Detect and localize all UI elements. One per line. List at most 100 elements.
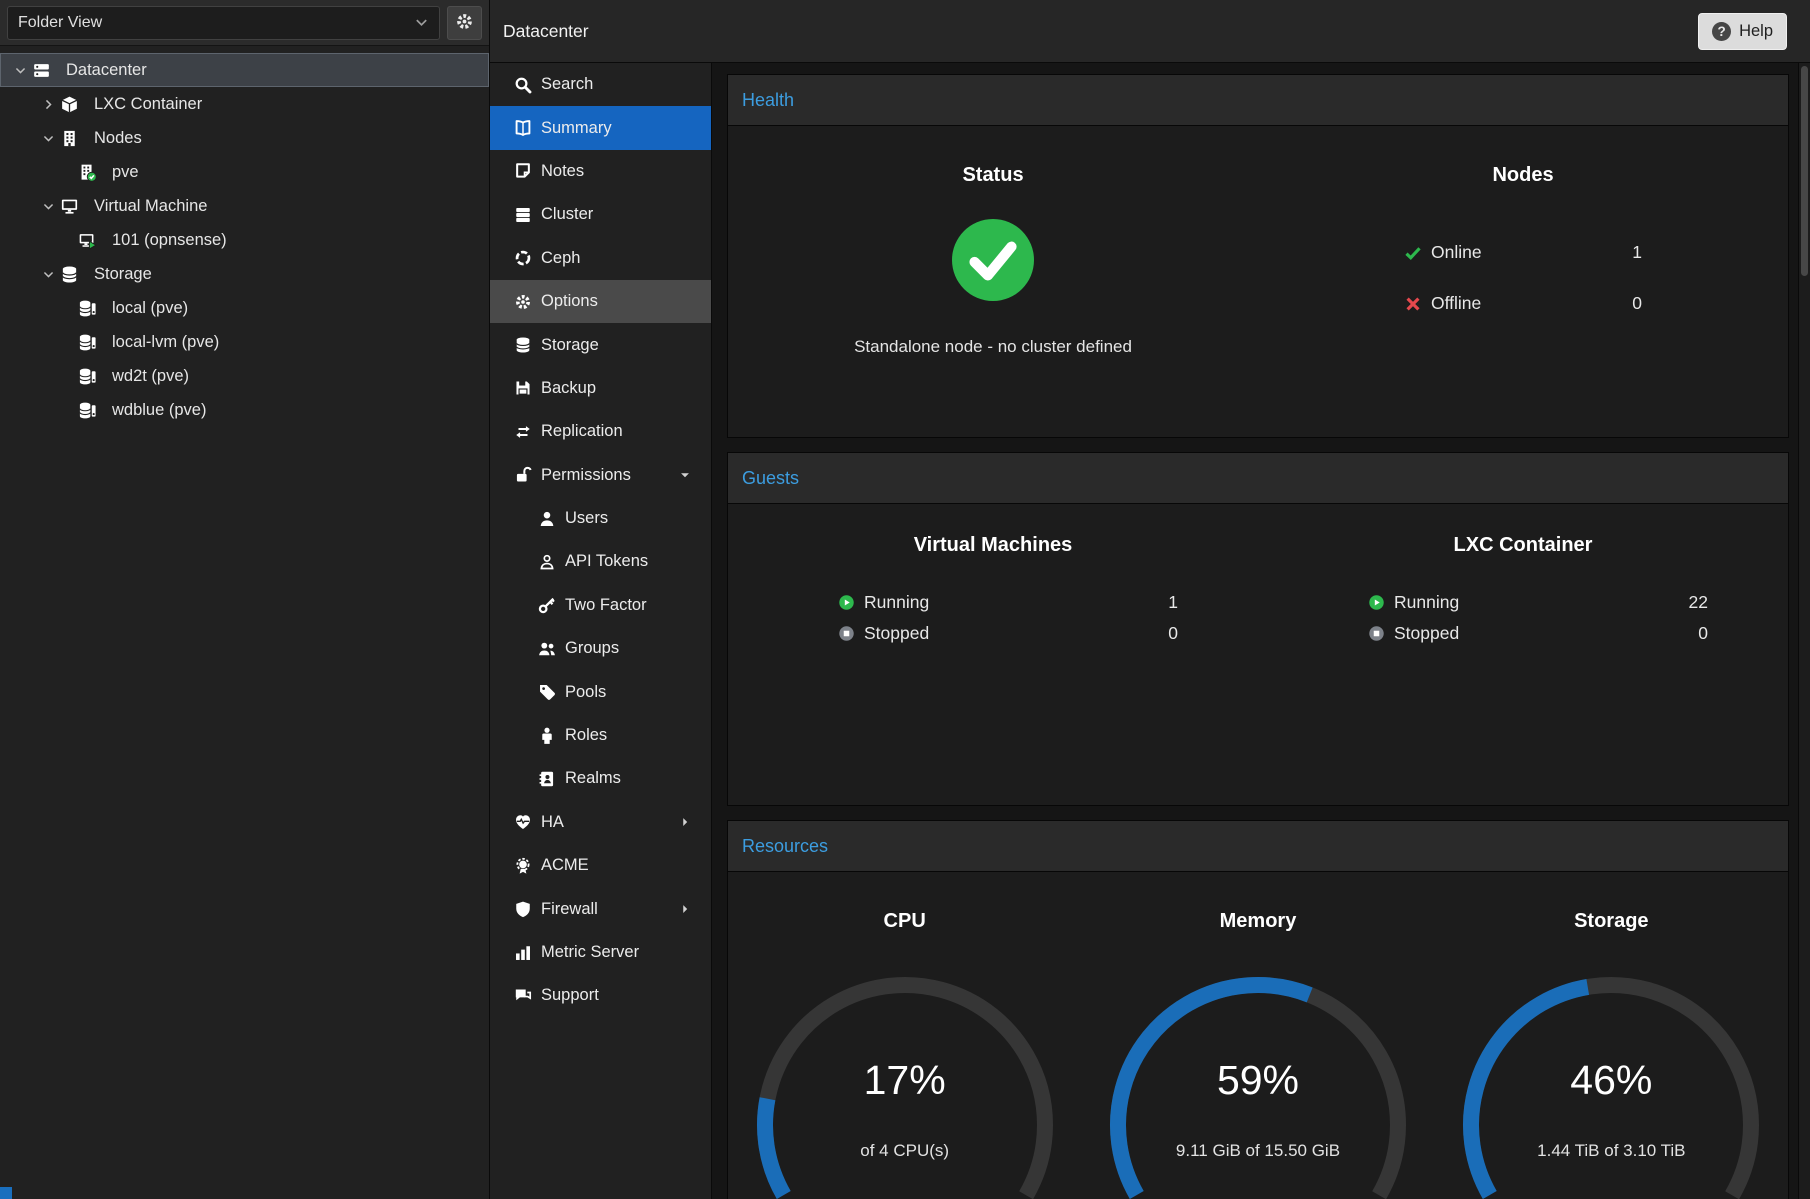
- menu-item-metric-server[interactable]: Metric Server: [490, 931, 711, 974]
- tree-item-pve[interactable]: pve: [0, 155, 489, 189]
- collapse-chevron-icon[interactable]: [36, 132, 60, 145]
- menu-item-label: Notes: [541, 162, 584, 181]
- tree-item-nodes[interactable]: Nodes: [0, 121, 489, 155]
- corner-accent: [0, 1187, 12, 1199]
- tree-item-label: local (pve): [112, 299, 188, 318]
- gear-icon: [514, 293, 532, 311]
- menu-item-api-tokens[interactable]: API Tokens: [490, 540, 711, 583]
- tree-item-local-pve[interactable]: local (pve): [0, 291, 489, 325]
- menu-item-acme[interactable]: ACME: [490, 844, 711, 887]
- scrollbar-thumb[interactable]: [1801, 66, 1808, 276]
- ceph-icon: [514, 249, 532, 267]
- menu-item-users[interactable]: Users: [490, 497, 711, 540]
- tree-item-wd2t-pve[interactable]: wd2t (pve): [0, 359, 489, 393]
- heartbeat-icon: [514, 813, 532, 831]
- content-area: Health Status Standalone node - no clust…: [712, 63, 1798, 1199]
- tree-item-local-lvm-pve[interactable]: local-lvm (pve): [0, 325, 489, 359]
- menu-item-cluster[interactable]: Cluster: [490, 193, 711, 236]
- guest-status-value: 1: [1168, 592, 1178, 613]
- menu-item-support[interactable]: Support: [490, 974, 711, 1017]
- user-outline-icon: [538, 553, 556, 571]
- menu-item-search[interactable]: Search: [490, 63, 711, 106]
- vm-icon: [60, 197, 88, 216]
- gauge-detail: 9.11 GiB of 15.50 GiB: [1108, 1141, 1408, 1161]
- content-row: SearchSummary Notes ClusterCephOptions Stor…: [490, 63, 1810, 1199]
- menu-item-backup[interactable]: Backup: [490, 367, 711, 410]
- tree-item-lxc-container[interactable]: LXC Container: [0, 87, 489, 121]
- menu-item-firewall[interactable]: Firewall: [490, 887, 711, 930]
- tree-item-storage[interactable]: Storage: [0, 257, 489, 291]
- storage-icon: [78, 367, 106, 386]
- menu-item-label: Permissions: [541, 466, 631, 485]
- menu-item-label: Replication: [541, 422, 623, 441]
- address-book-icon: [538, 770, 556, 788]
- menu-item-label: HA: [541, 813, 564, 832]
- tree-item-101-opnsense[interactable]: 101 (opnsense): [0, 223, 489, 257]
- tree-item-virtual-machine[interactable]: Virtual Machine: [0, 189, 489, 223]
- gauge-percent: 46%: [1461, 1057, 1761, 1104]
- gauge-storage: Storage46%1.44 TiB of 3.10 TiB: [1435, 872, 1788, 1199]
- node-status-label: Offline: [1431, 293, 1481, 314]
- menu-item-label: ACME: [541, 856, 589, 875]
- view-mode-value: Folder View: [18, 14, 102, 32]
- storage-group-icon: [60, 265, 88, 284]
- menu-item-options[interactable]: Options: [490, 280, 711, 323]
- menu-item-two-factor[interactable]: Two Factor: [490, 584, 711, 627]
- node-status-row: Offline0: [1404, 278, 1642, 329]
- menu-item-label: Backup: [541, 379, 596, 398]
- running-icon: [838, 594, 855, 611]
- collapse-chevron-icon[interactable]: [36, 268, 60, 281]
- expand-chevron-icon[interactable]: [36, 98, 60, 111]
- guest-column-heading: Virtual Machines: [728, 534, 1258, 557]
- menu-item-roles[interactable]: Roles: [490, 714, 711, 757]
- menu-item-permissions[interactable]: Permissions: [490, 454, 711, 497]
- node-status-list: Online1Offline0: [1404, 227, 1642, 329]
- certificate-icon: [514, 857, 532, 875]
- panel-title: Health: [742, 90, 794, 111]
- tree-item-wdblue-pve[interactable]: wdblue (pve): [0, 393, 489, 427]
- tree-item-label: pve: [112, 163, 139, 182]
- menu-item-pools[interactable]: Pools: [490, 670, 711, 713]
- menu-item-storage[interactable]: Storage: [490, 323, 711, 366]
- support-icon: [514, 987, 532, 1005]
- tree-item-datacenter[interactable]: Datacenter: [0, 53, 489, 87]
- page-title: Datacenter: [503, 21, 589, 42]
- main-column: Datacenter ? Help SearchSummary Notes Clus…: [490, 0, 1810, 1199]
- menu-item-replication[interactable]: Replication: [490, 410, 711, 453]
- question-icon: ?: [1712, 22, 1731, 41]
- guest-status-value: 0: [1168, 623, 1178, 644]
- tree-item-label: local-lvm (pve): [112, 333, 219, 352]
- menu-item-realms[interactable]: Realms: [490, 757, 711, 800]
- guest-status-value: 22: [1689, 592, 1708, 613]
- menu-item-groups[interactable]: Groups: [490, 627, 711, 670]
- status-message: Standalone node - no cluster defined: [728, 337, 1258, 357]
- node-status-label: Online: [1431, 242, 1482, 263]
- menu-item-ha[interactable]: HA: [490, 801, 711, 844]
- menu-item-notes[interactable]: Notes: [490, 150, 711, 193]
- guests-panel-header: Guests: [728, 453, 1788, 504]
- floppy-icon: [514, 379, 532, 397]
- tree-settings-button[interactable]: [447, 6, 482, 40]
- tree-toolbar: Folder View: [0, 0, 489, 46]
- menu-item-ceph[interactable]: Ceph: [490, 237, 711, 280]
- search-icon: [514, 76, 532, 94]
- guest-column-virtual-machines: Virtual MachinesRunning1Stopped0: [728, 504, 1258, 805]
- panel-title: Resources: [742, 836, 828, 857]
- group-icon: [538, 640, 556, 658]
- user-icon: [538, 510, 556, 528]
- collapse-chevron-icon[interactable]: [8, 64, 32, 77]
- menu-item-label: Groups: [565, 639, 619, 658]
- running-icon: [1368, 594, 1385, 611]
- collapse-chevron-icon[interactable]: [36, 200, 60, 213]
- resources-panel: Resources CPU17%of 4 CPU(s)Memory59%9.11…: [727, 820, 1789, 1199]
- stopped-icon: [838, 625, 855, 642]
- vertical-scrollbar[interactable]: [1798, 63, 1810, 1199]
- datacenter-icon: [32, 61, 60, 80]
- menu-item-label: Storage: [541, 336, 599, 355]
- menu-item-summary[interactable]: Summary: [490, 106, 711, 149]
- view-mode-select[interactable]: Folder View: [7, 6, 440, 40]
- gauge-arc: 59%9.11 GiB of 15.50 GiB: [1108, 975, 1408, 1199]
- help-button[interactable]: ? Help: [1698, 13, 1787, 50]
- tree-item-label: LXC Container: [94, 95, 202, 114]
- container-icon: [60, 95, 88, 114]
